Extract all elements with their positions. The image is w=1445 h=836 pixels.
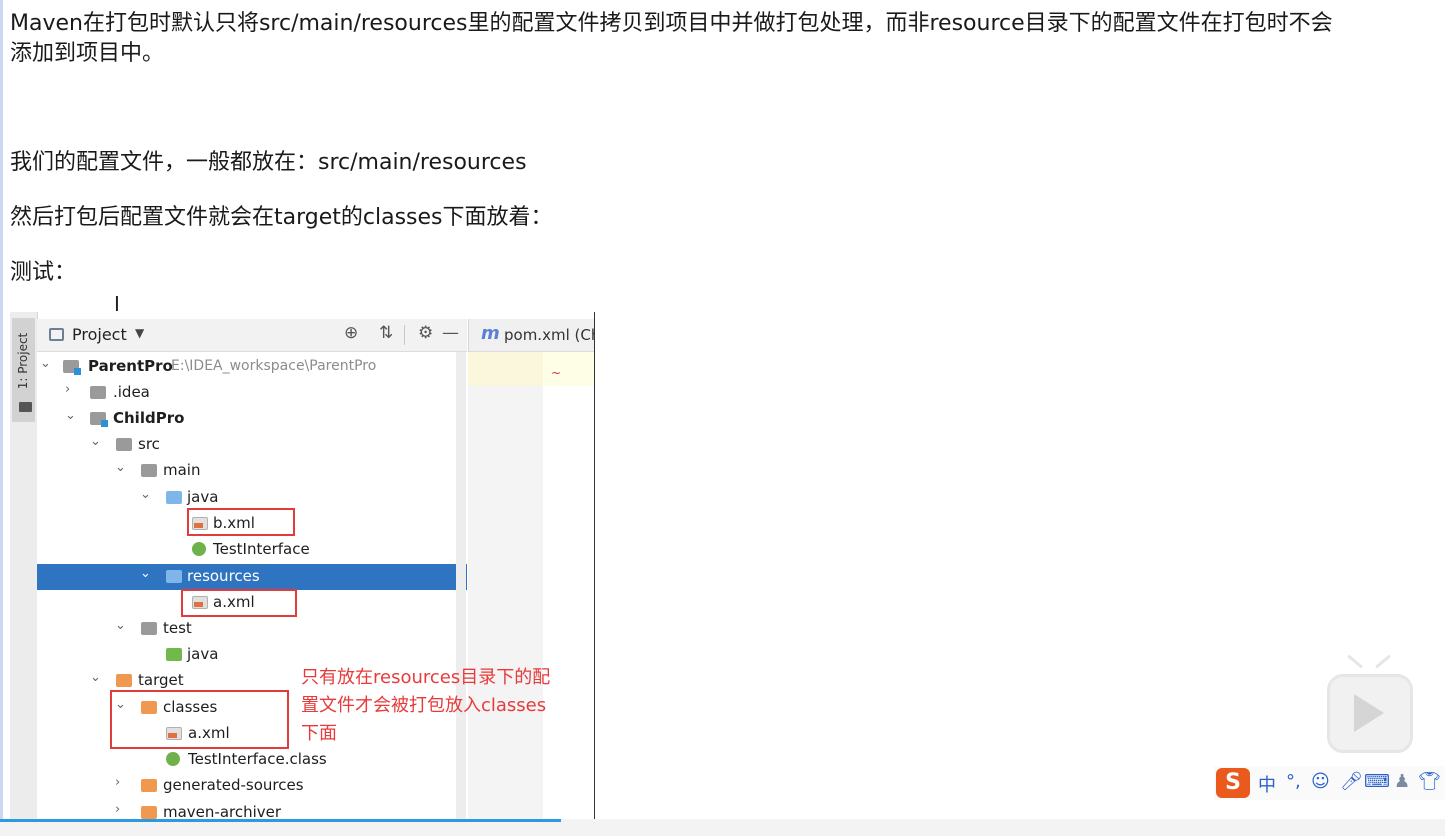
keyboard-icon[interactable]: ⌨ [1364, 771, 1390, 792]
chevron-down-icon[interactable]: ⌄ [115, 460, 126, 475]
chevron-down-icon[interactable]: ⌄ [90, 670, 101, 685]
chevron-right-icon[interactable]: › [115, 802, 120, 817]
toolbar-divider [404, 325, 405, 345]
chevron-down-icon[interactable]: ▼ [135, 326, 144, 340]
test-folder-icon [166, 648, 182, 661]
tree-label-testinterface: TestInterface [213, 540, 310, 558]
doc-paragraph-3: 然后打包后配置文件就会在target的classes下面放着： [10, 205, 553, 230]
tree-row-resources[interactable]: ⌄ resources [37, 564, 467, 590]
minimize-icon[interactable]: — [442, 323, 459, 343]
excluded-folder-icon [141, 806, 157, 819]
tree-row-src[interactable]: ⌄ src [37, 432, 467, 458]
tree-label-src: src [138, 435, 160, 453]
tree-label-target: target [138, 671, 184, 689]
tree-label-generated-sources: generated-sources [163, 776, 304, 794]
chevron-right-icon[interactable]: › [115, 775, 120, 790]
folder-icon [141, 622, 157, 635]
player-progress-fill [0, 819, 561, 822]
skin-icon[interactable]: 👕︎ [1418, 771, 1441, 792]
maven-file-icon: m [481, 323, 500, 344]
doc-paragraph-1-line-2: 添加到项目中。 [10, 41, 165, 66]
editor-gutter-highlight [468, 352, 543, 386]
project-tree: ⌄ ParentPro E:\IDEA_workspace\ParentPro … [37, 352, 467, 822]
annotation-line-2: 置文件才会被打包放入classes [301, 695, 547, 716]
project-panel-title[interactable]: Project [72, 325, 127, 344]
tree-row-generated-sources[interactable]: › generated-sources [37, 773, 467, 799]
editor-tab-label: pom.xml (Ch [504, 326, 595, 344]
folder-icon [90, 386, 106, 399]
project-tool-tab-label: 1: Project [16, 332, 30, 390]
highlight-box-a-xml [181, 589, 297, 617]
tree-label-idea: .idea [113, 383, 150, 401]
tree-label-parentpro: ParentPro [88, 357, 173, 375]
play-button-ear-right [1375, 654, 1391, 669]
ime-punctuation-toggle[interactable]: °, [1286, 771, 1301, 792]
tree-label-java: java [187, 488, 219, 506]
left-edge-border [0, 0, 3, 836]
locate-icon[interactable]: ⊕ [344, 323, 358, 343]
play-button-ear-left [1347, 654, 1363, 669]
project-panel-header: Project ▼ ⊕ ⇅ ⚙ — [37, 319, 467, 352]
editor-tab-pom[interactable]: m pom.xml (Ch [468, 319, 595, 352]
doc-paragraph-2: 我们的配置文件，一般都放在：src/main/resources [10, 150, 527, 175]
tree-row-testinterface[interactable]: TestInterface [37, 537, 467, 563]
tree-row-idea[interactable]: › .idea [37, 380, 467, 406]
tree-path-parentpro: E:\IDEA_workspace\ParentPro [171, 358, 377, 374]
tree-label-test-java: java [187, 645, 219, 663]
highlight-box-classes [110, 690, 289, 749]
tree-row-main[interactable]: ⌄ main [37, 458, 467, 484]
annotation-note: 只有放在resources目录下的配 置文件才会被打包放入classes 下面 [301, 664, 586, 748]
chevron-down-icon[interactable]: ⌄ [90, 434, 101, 449]
editor-error-marker: ~ [551, 366, 562, 380]
collapse-all-icon[interactable]: ⇅ [379, 323, 393, 343]
chevron-down-icon[interactable]: ⌄ [65, 408, 76, 423]
sogou-logo-icon[interactable]: S [1216, 768, 1250, 798]
excluded-folder-icon [141, 779, 157, 792]
tool-window-strip: 1: Project [10, 312, 38, 822]
tree-label-childpro: ChildPro [113, 409, 185, 427]
module-icon [90, 412, 108, 427]
annotation-line-3: 下面 [301, 723, 337, 744]
doc-paragraph-4: 测试： [10, 260, 77, 285]
editor-edge [594, 312, 595, 822]
folder-icon [19, 402, 32, 412]
tree-row-childpro[interactable]: ⌄ ChildPro [37, 406, 467, 432]
excluded-folder-icon [116, 674, 132, 687]
tree-row-testinterface-class[interactable]: TestInterface.class [37, 747, 467, 773]
doc-paragraph-1-line-1: Maven在打包时默认只将src/main/resources里的配置文件拷贝到… [10, 11, 1333, 36]
tree-label-testinterface-class: TestInterface.class [188, 750, 327, 768]
emoji-icon[interactable]: ☺ [1311, 771, 1330, 792]
editor-gutter [468, 352, 543, 822]
chevron-down-icon[interactable]: ⌄ [115, 618, 126, 633]
chevron-right-icon[interactable]: › [65, 382, 70, 397]
resources-folder-icon [166, 570, 182, 583]
module-icon [63, 360, 81, 375]
tree-row-parentpro[interactable]: ⌄ ParentPro E:\IDEA_workspace\ParentPro [37, 354, 467, 380]
source-folder-icon [166, 491, 182, 504]
chevron-down-icon[interactable]: ⌄ [140, 566, 151, 581]
play-icon[interactable] [1354, 694, 1384, 732]
microphone-icon[interactable]: 🎤︎ [1340, 771, 1363, 792]
project-tool-tab[interactable]: 1: Project [12, 318, 35, 422]
chevron-down-icon[interactable]: ⌄ [140, 487, 151, 502]
class-file-icon [166, 752, 180, 766]
tree-scrollbar[interactable] [456, 352, 466, 822]
tree-label-main: main [163, 461, 201, 479]
project-view-icon [49, 328, 64, 341]
ime-mode-toggle[interactable]: 中 [1258, 771, 1276, 797]
gear-icon[interactable]: ⚙ [418, 323, 433, 343]
highlight-box-b-xml [187, 508, 295, 536]
folder-icon [116, 438, 132, 451]
tree-label-test: test [163, 619, 192, 637]
tree-row-test[interactable]: ⌄ test [37, 616, 467, 642]
annotation-line-1: 只有放在resources目录下的配 [301, 667, 551, 688]
ime-toolbar: S 中 °, ☺ 🎤︎ ⌨ ♟ 👕︎ [1214, 766, 1445, 800]
chevron-down-icon[interactable]: ⌄ [40, 356, 51, 371]
interface-icon [192, 542, 206, 556]
user-icon[interactable]: ♟ [1394, 771, 1410, 792]
tree-label-resources: resources [187, 567, 260, 585]
folder-icon [141, 464, 157, 477]
